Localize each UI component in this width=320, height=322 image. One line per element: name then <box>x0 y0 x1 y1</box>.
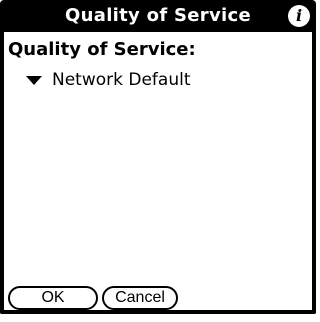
cancel-button[interactable]: Cancel <box>102 286 178 310</box>
triangle-down-icon <box>26 75 42 85</box>
ok-button[interactable]: OK <box>8 286 98 310</box>
form-frame-left <box>0 6 4 314</box>
qos-selected-value: Network Default <box>52 70 191 90</box>
info-icon[interactable]: i <box>288 5 310 27</box>
title-bar: Quality of Service i <box>0 0 316 32</box>
form-title: Quality of Service <box>65 5 251 26</box>
qos-label: Quality of Service: <box>8 39 196 60</box>
qos-popup-trigger[interactable]: Network Default <box>26 68 191 92</box>
form-frame-right <box>312 6 316 314</box>
form-frame-bottom <box>0 310 316 314</box>
qos-form: Quality of Service i Quality of Service:… <box>0 0 316 318</box>
